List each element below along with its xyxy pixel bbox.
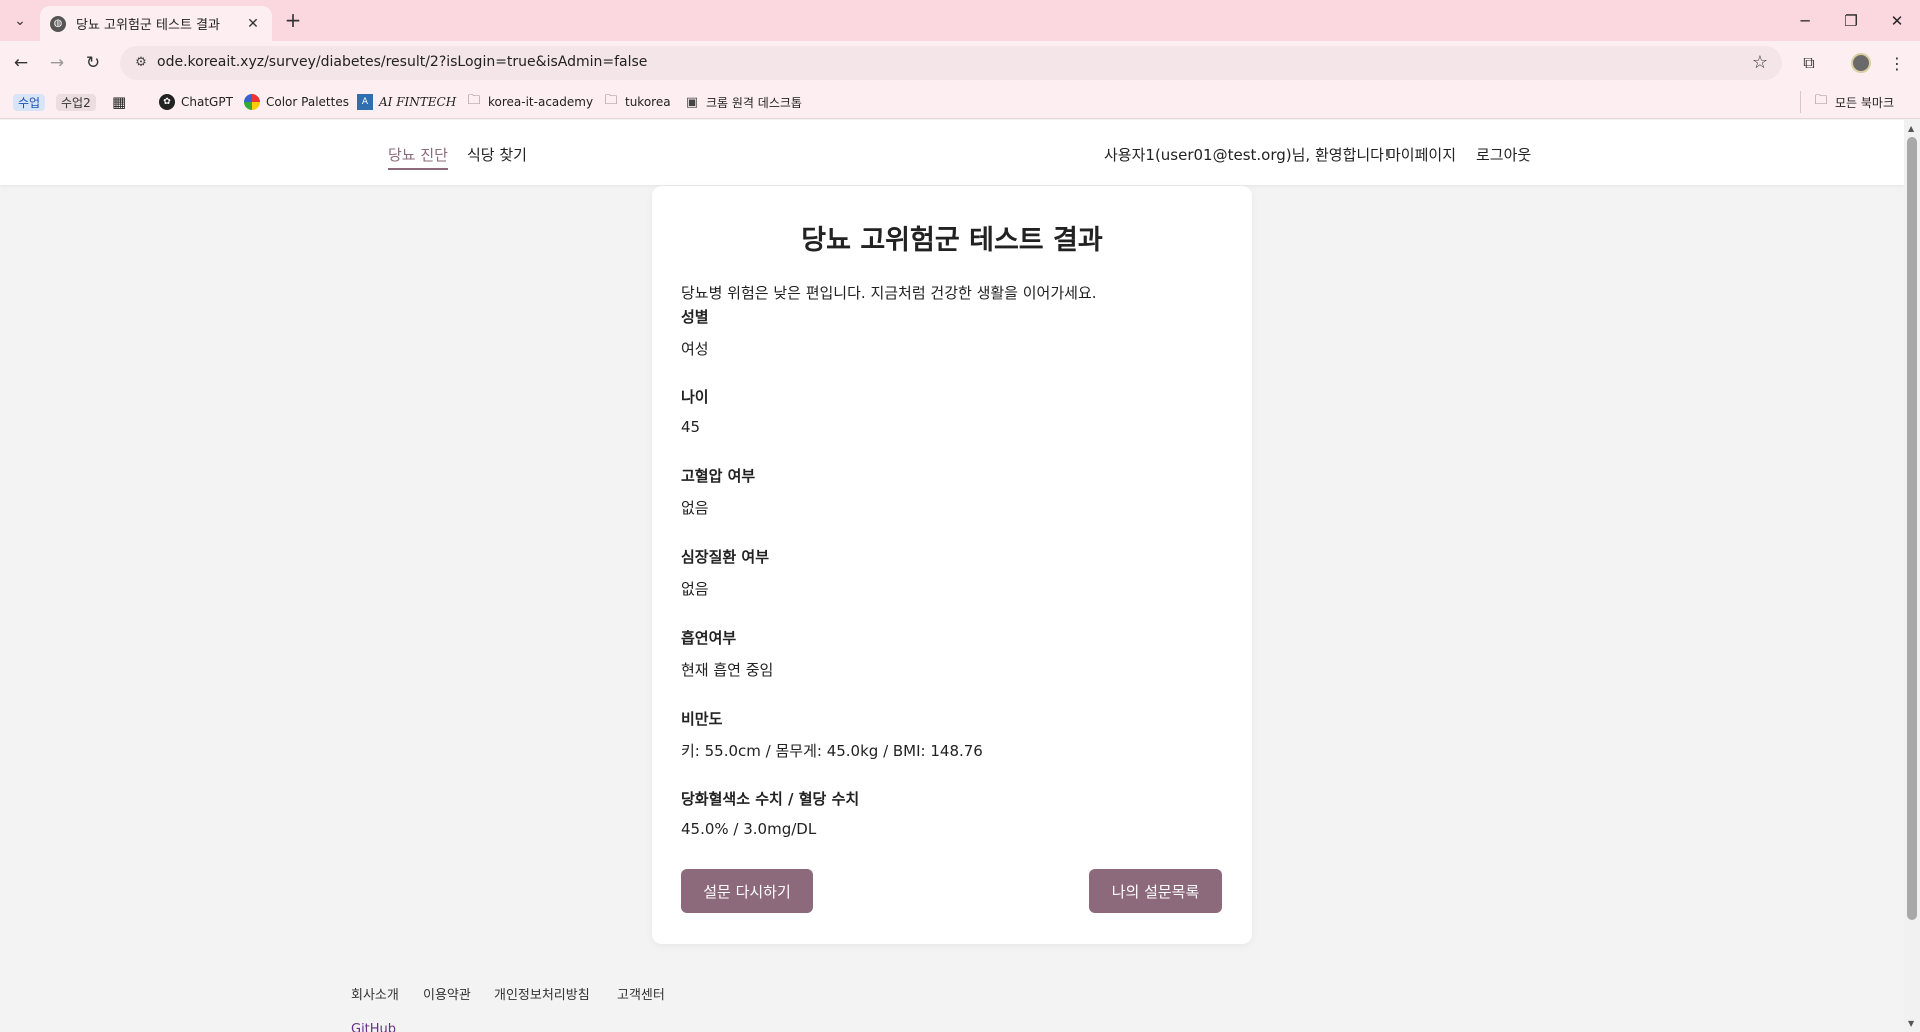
fintech-icon: A — [357, 94, 373, 110]
tab-title: 당뇨 고위험군 테스트 결과 — [76, 18, 220, 33]
bookmark-label: 수업 — [13, 93, 46, 111]
window-controls: ─ ❐ ✕ — [1782, 0, 1920, 41]
url-text[interactable]: ode.koreait.xyz/survey/diabetes/result/2… — [157, 54, 647, 70]
field-label-obesity: 비만도 — [681, 710, 723, 728]
my-survey-list-button[interactable]: 나의 설문목록 — [1089, 869, 1222, 913]
avatar — [1851, 53, 1871, 73]
bookmark-label: 크롬 원격 데스크톱 — [706, 95, 802, 110]
bookmark-folder-korea-it[interactable]: 🗀 korea-it-academy — [466, 91, 593, 113]
tab-search-chevron-icon[interactable]: ⌄ — [8, 9, 32, 33]
footer-github-link[interactable]: GitHub — [351, 1022, 396, 1032]
field-label-smoking: 흡연여부 — [681, 629, 737, 647]
bookmark-label: 모든 북마크 — [1835, 95, 1895, 110]
field-value-hba1c-glucose: 45.0% / 3.0mg/DL — [681, 820, 817, 838]
field-label-heart-disease: 심장질환 여부 — [681, 548, 770, 566]
new-tab-plus-icon[interactable]: + — [280, 8, 306, 34]
nav-find-restaurant[interactable]: 식당 찾기 — [467, 144, 527, 165]
page-viewport: 당뇨 진단 식당 찾기 사용자1(user01@test.org)님, 환영합니… — [0, 120, 1904, 1032]
address-bar[interactable]: ⚙ ode.koreait.xyz/survey/diabetes/result… — [120, 46, 1782, 80]
kebab-menu-icon[interactable]: ⋮ — [1884, 51, 1910, 75]
reload-icon[interactable]: ↻ — [81, 51, 105, 75]
browser-toolbar: ← → ↻ ⚙ ode.koreait.xyz/survey/diabetes/… — [0, 41, 1920, 85]
bookmark-label: tukorea — [625, 95, 671, 109]
page-title: 당뇨 고위험군 테스트 결과 — [801, 225, 1103, 256]
apps-grid-icon[interactable]: ▦ — [112, 91, 126, 113]
bookmark-label: AI FINTECH — [379, 95, 457, 109]
field-value-gender: 여성 — [681, 340, 709, 358]
bookmark-star-icon[interactable]: ☆ — [1752, 52, 1768, 73]
footer-support[interactable]: 고객센터 — [617, 984, 665, 1003]
site-header: 당뇨 진단 식당 찾기 사용자1(user01@test.org)님, 환영합니… — [0, 120, 1904, 185]
field-label-age: 나이 — [681, 388, 709, 406]
nav-mypage[interactable]: 마이페이지 — [1387, 144, 1456, 165]
restore-icon[interactable]: ❐ — [1828, 0, 1874, 41]
bookmark-class[interactable]: 수업 — [13, 91, 46, 113]
close-tab-icon[interactable]: ✕ — [244, 16, 262, 32]
bookmark-class2[interactable]: 수업2 — [56, 91, 96, 113]
bookmarks-bar: 수업 수업2 ▦ ✿ ChatGPT Color Palettes A AI FIN… — [0, 85, 1920, 119]
footer-about[interactable]: 회사소개 — [351, 984, 399, 1003]
browser-titlebar: ⌄ ◍ 당뇨 고위험군 테스트 결과 ✕ + ─ ❐ ✕ — [0, 0, 1920, 41]
field-label-gender: 성별 — [681, 308, 709, 326]
bookmark-label: 수업2 — [56, 93, 96, 111]
page-scrollbar[interactable]: ▲ ▼ — [1904, 120, 1920, 1032]
forward-arrow-icon[interactable]: → — [45, 51, 69, 75]
extensions-puzzle-icon[interactable]: ⧉ — [1796, 51, 1822, 75]
all-bookmarks[interactable]: 🗀 모든 북마크 — [1800, 91, 1894, 113]
result-card: 당뇨 고위험군 테스트 결과 당뇨병 위험은 낮은 편입니다. 지금처럼 건강한… — [652, 186, 1252, 944]
bookmark-color-palettes[interactable]: Color Palettes — [244, 91, 349, 113]
field-value-obesity: 키: 55.0cm / 몸무게: 45.0kg / BMI: 148.76 — [681, 742, 983, 760]
bookmark-label: Color Palettes — [266, 95, 349, 109]
field-label-hba1c-glucose: 당화혈색소 수치 / 혈당 수치 — [681, 790, 860, 808]
nav-diabetes-diagnosis[interactable]: 당뇨 진단 — [388, 144, 448, 170]
browser-tab[interactable]: ◍ 당뇨 고위험군 테스트 결과 ✕ — [40, 6, 272, 41]
bookmark-label: ChatGPT — [181, 95, 233, 109]
footer-terms[interactable]: 이용약관 — [423, 984, 471, 1003]
chatgpt-icon: ✿ — [159, 94, 175, 110]
scrollbar-thumb[interactable] — [1907, 137, 1917, 920]
profile-avatar[interactable] — [1848, 51, 1874, 75]
welcome-message: 사용자1(user01@test.org)님, 환영합니다! — [1104, 146, 1390, 164]
result-summary: 당뇨병 위험은 낮은 편입니다. 지금처럼 건강한 생활을 이어가세요. — [681, 284, 1097, 302]
remote-desktop-icon: ▣ — [685, 94, 699, 110]
close-window-icon[interactable]: ✕ — [1874, 0, 1920, 41]
globe-icon: ◍ — [50, 15, 66, 32]
folder-icon: 🗀 — [604, 93, 618, 108]
field-label-hypertension: 고혈압 여부 — [681, 467, 756, 485]
back-arrow-icon[interactable]: ← — [9, 51, 33, 75]
palette-icon — [244, 94, 260, 110]
scroll-down-arrow-icon[interactable]: ▼ — [1908, 1019, 1914, 1028]
footer-privacy[interactable]: 개인정보처리방침 — [494, 984, 590, 1003]
field-value-hypertension: 없음 — [681, 499, 709, 517]
field-value-smoking: 현재 흡연 중임 — [681, 661, 774, 679]
folder-icon: 🗀 — [1814, 93, 1828, 108]
field-value-age: 45 — [681, 418, 701, 436]
bookmark-remote-desktop[interactable]: ▣ 크롬 원격 데스크톱 — [684, 91, 802, 113]
bookmark-chatgpt[interactable]: ✿ ChatGPT — [159, 91, 233, 113]
minimize-icon[interactable]: ─ — [1782, 0, 1828, 41]
bookmark-folder-tukorea[interactable]: 🗀 tukorea — [603, 91, 671, 113]
folder-icon: 🗀 — [467, 93, 481, 108]
bookmark-label: korea-it-academy — [488, 95, 594, 109]
site-settings-icon[interactable]: ⚙ — [132, 54, 150, 72]
retry-survey-button[interactable]: 설문 다시하기 — [681, 869, 813, 913]
nav-logout[interactable]: 로그아웃 — [1476, 144, 1531, 165]
bookmark-ai-fintech[interactable]: A AI FINTECH — [357, 91, 456, 113]
field-value-heart-disease: 없음 — [681, 580, 709, 598]
scroll-up-arrow-icon[interactable]: ▲ — [1908, 124, 1914, 133]
